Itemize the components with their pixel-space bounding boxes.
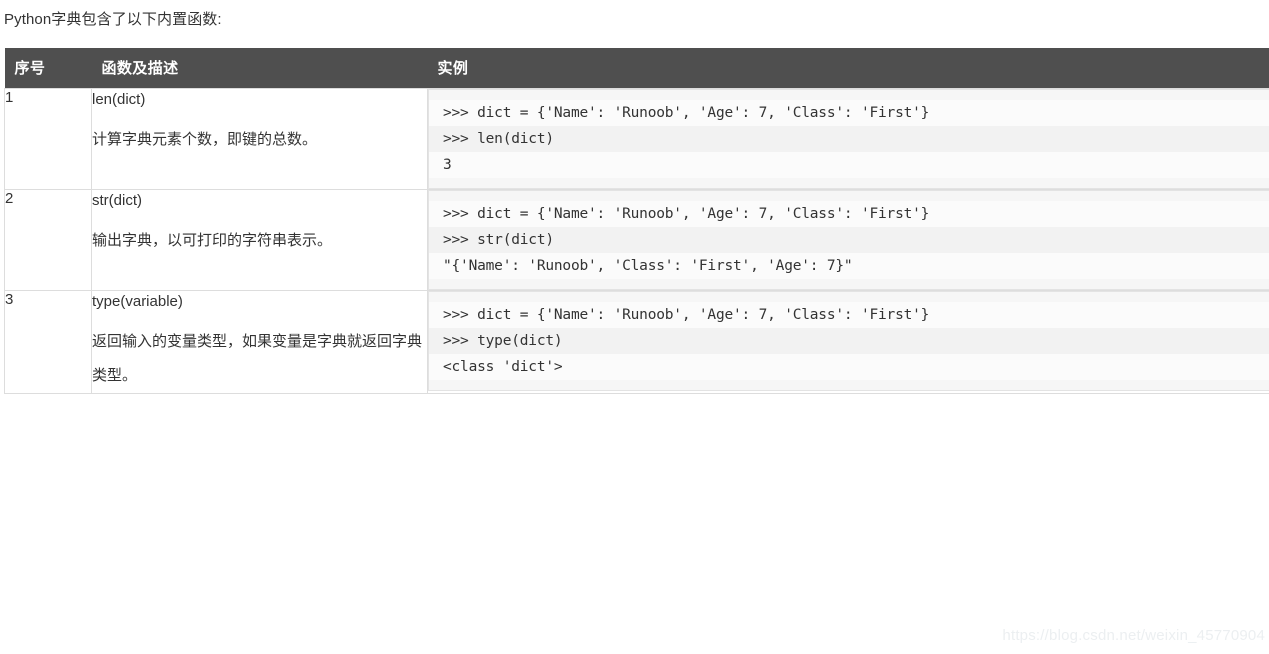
function-name: type(variable): [92, 293, 183, 310]
page-intro-text: Python字典包含了以下内置函数:: [4, 11, 222, 28]
code-block: >>> dict = {'Name': 'Runoob', 'Age': 7, …: [428, 89, 1269, 189]
table-row: 2 str(dict) 输出字典，以可打印的字符串表示。 >>> dict = …: [4, 189, 1269, 291]
source-watermark: https://blog.csdn.net/weixin_45770904: [1002, 627, 1265, 644]
code-block: >>> dict = {'Name': 'Runoob', 'Age': 7, …: [428, 190, 1269, 290]
column-header-description: 函数及描述: [91, 48, 428, 89]
row-description-cell: str(dict) 输出字典，以可打印的字符串表示。: [91, 189, 428, 291]
table-row: 3 type(variable) 返回输入的变量类型，如果变量是字典就返回字典类…: [4, 290, 1269, 394]
row-example-cell: >>> dict = {'Name': 'Runoob', 'Age': 7, …: [427, 290, 1269, 394]
table-header: 序号 函数及描述 实例: [4, 48, 1269, 89]
builtin-functions-table-wrapper: 序号 函数及描述 实例 1 len(dict) 计算字典元素个数，即键的总数。 …: [4, 48, 1269, 394]
code-line: "{'Name': 'Runoob', 'Class': 'First', 'A…: [429, 253, 1269, 279]
row-number-cell: 3: [4, 290, 92, 394]
code-line: >>> type(dict): [429, 328, 1269, 354]
column-header-no: 序号: [4, 48, 92, 89]
code-line: <class 'dict'>: [429, 354, 1269, 380]
row-number-cell: 1: [4, 88, 92, 190]
builtin-functions-table: 序号 函数及描述 实例 1 len(dict) 计算字典元素个数，即键的总数。 …: [4, 48, 1269, 394]
row-description-cell: len(dict) 计算字典元素个数，即键的总数。: [91, 88, 428, 190]
row-number-cell: 2: [4, 189, 92, 291]
function-description: 返回输入的变量类型，如果变量是字典就返回字典类型。: [92, 333, 423, 384]
table-row: 1 len(dict) 计算字典元素个数，即键的总数。 >>> dict = {…: [4, 88, 1269, 190]
table-body: 1 len(dict) 计算字典元素个数，即键的总数。 >>> dict = {…: [4, 88, 1269, 394]
code-line: >>> len(dict): [429, 126, 1269, 152]
function-name: len(dict): [92, 91, 146, 108]
code-line: >>> dict = {'Name': 'Runoob', 'Age': 7, …: [429, 201, 1269, 227]
function-description: 输出字典，以可打印的字符串表示。: [92, 232, 333, 249]
row-example-cell: >>> dict = {'Name': 'Runoob', 'Age': 7, …: [427, 88, 1269, 190]
function-description: 计算字典元素个数，即键的总数。: [92, 131, 318, 148]
code-line: >>> str(dict): [429, 227, 1269, 253]
code-line: 3: [429, 152, 1269, 178]
row-description-cell: type(variable) 返回输入的变量类型，如果变量是字典就返回字典类型。: [91, 290, 428, 394]
column-header-example: 实例: [427, 48, 1269, 89]
row-example-cell: >>> dict = {'Name': 'Runoob', 'Age': 7, …: [427, 189, 1269, 291]
code-block: >>> dict = {'Name': 'Runoob', 'Age': 7, …: [428, 291, 1269, 391]
table-header-row: 序号 函数及描述 实例: [4, 48, 1269, 89]
function-name: str(dict): [92, 192, 142, 209]
code-line: >>> dict = {'Name': 'Runoob', 'Age': 7, …: [429, 100, 1269, 126]
code-line: >>> dict = {'Name': 'Runoob', 'Age': 7, …: [429, 302, 1269, 328]
